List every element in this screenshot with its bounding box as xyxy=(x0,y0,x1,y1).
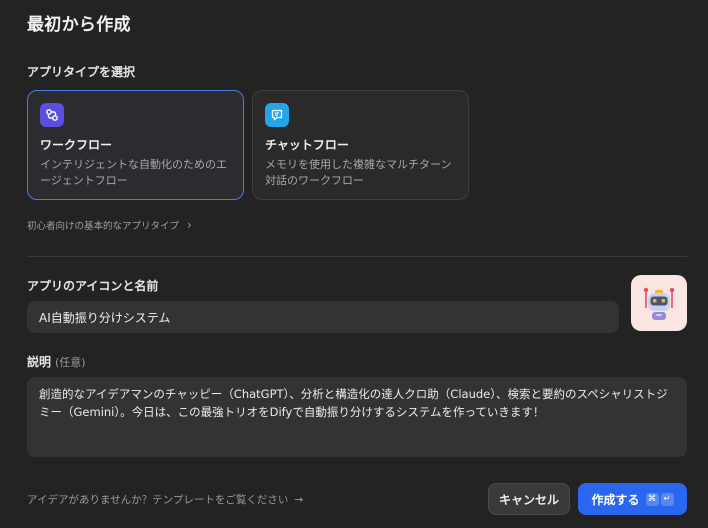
robot-icon xyxy=(643,287,675,320)
app-name-label: アプリのアイコンと名前 xyxy=(27,279,159,293)
app-type-label: アプリタイプを選択 xyxy=(27,65,136,79)
chevron-right-icon: › xyxy=(187,218,192,232)
app-type-card-workflow[interactable]: ワークフロー インテリジェントな自動化のためのエージェントフロー xyxy=(27,90,244,200)
app-type-card-chatflow[interactable]: チャットフロー メモリを使用した複雑なマルチターン対話のワークフロー xyxy=(252,90,469,200)
app-type-name: チャットフロー xyxy=(265,138,349,152)
dialog-title: 最初から作成 xyxy=(27,15,131,35)
chatflow-icon xyxy=(265,103,289,127)
description-textarea[interactable] xyxy=(27,377,687,457)
template-link[interactable]: アイデアがありませんか？テンプレートをご覧ください → xyxy=(27,492,303,507)
divider xyxy=(27,256,687,257)
optional-hint: (任意) xyxy=(55,356,86,369)
command-key-icon: ⌘ xyxy=(645,492,659,506)
beginner-link-label: 初心者向けの基本的なアプリタイプ xyxy=(27,221,180,232)
arrow-right-icon: → xyxy=(294,493,304,506)
shortcut-hint: ⌘ ↵ xyxy=(645,492,674,506)
create-button[interactable]: 作成する ⌘ ↵ xyxy=(578,483,687,515)
description-label: 説明 (任意) xyxy=(27,353,86,370)
create-button-label: 作成する xyxy=(591,492,640,507)
app-type-description: メモリを使用した複雑なマルチターン対話のワークフロー xyxy=(265,158,452,187)
app-type-name: ワークフロー xyxy=(40,138,113,152)
app-name-input[interactable] xyxy=(27,301,619,333)
template-link-label: アイデアがありませんか？テンプレートをご覧ください xyxy=(27,494,289,506)
create-app-dialog: 最初から作成 アプリタイプを選択 ワークフロー インテリジェントな自動化のための… xyxy=(0,0,708,528)
cancel-button[interactable]: キャンセル xyxy=(488,483,570,515)
enter-key-icon: ↵ xyxy=(660,492,674,506)
app-icon-picker[interactable] xyxy=(631,275,687,331)
workflow-icon xyxy=(40,103,64,127)
beginner-app-types-link[interactable]: 初心者向けの基本的なアプリタイプ › xyxy=(27,218,192,232)
app-type-description: インテリジェントな自動化のためのエージェントフロー xyxy=(40,158,227,187)
description-label-text: 説明 xyxy=(27,355,52,369)
